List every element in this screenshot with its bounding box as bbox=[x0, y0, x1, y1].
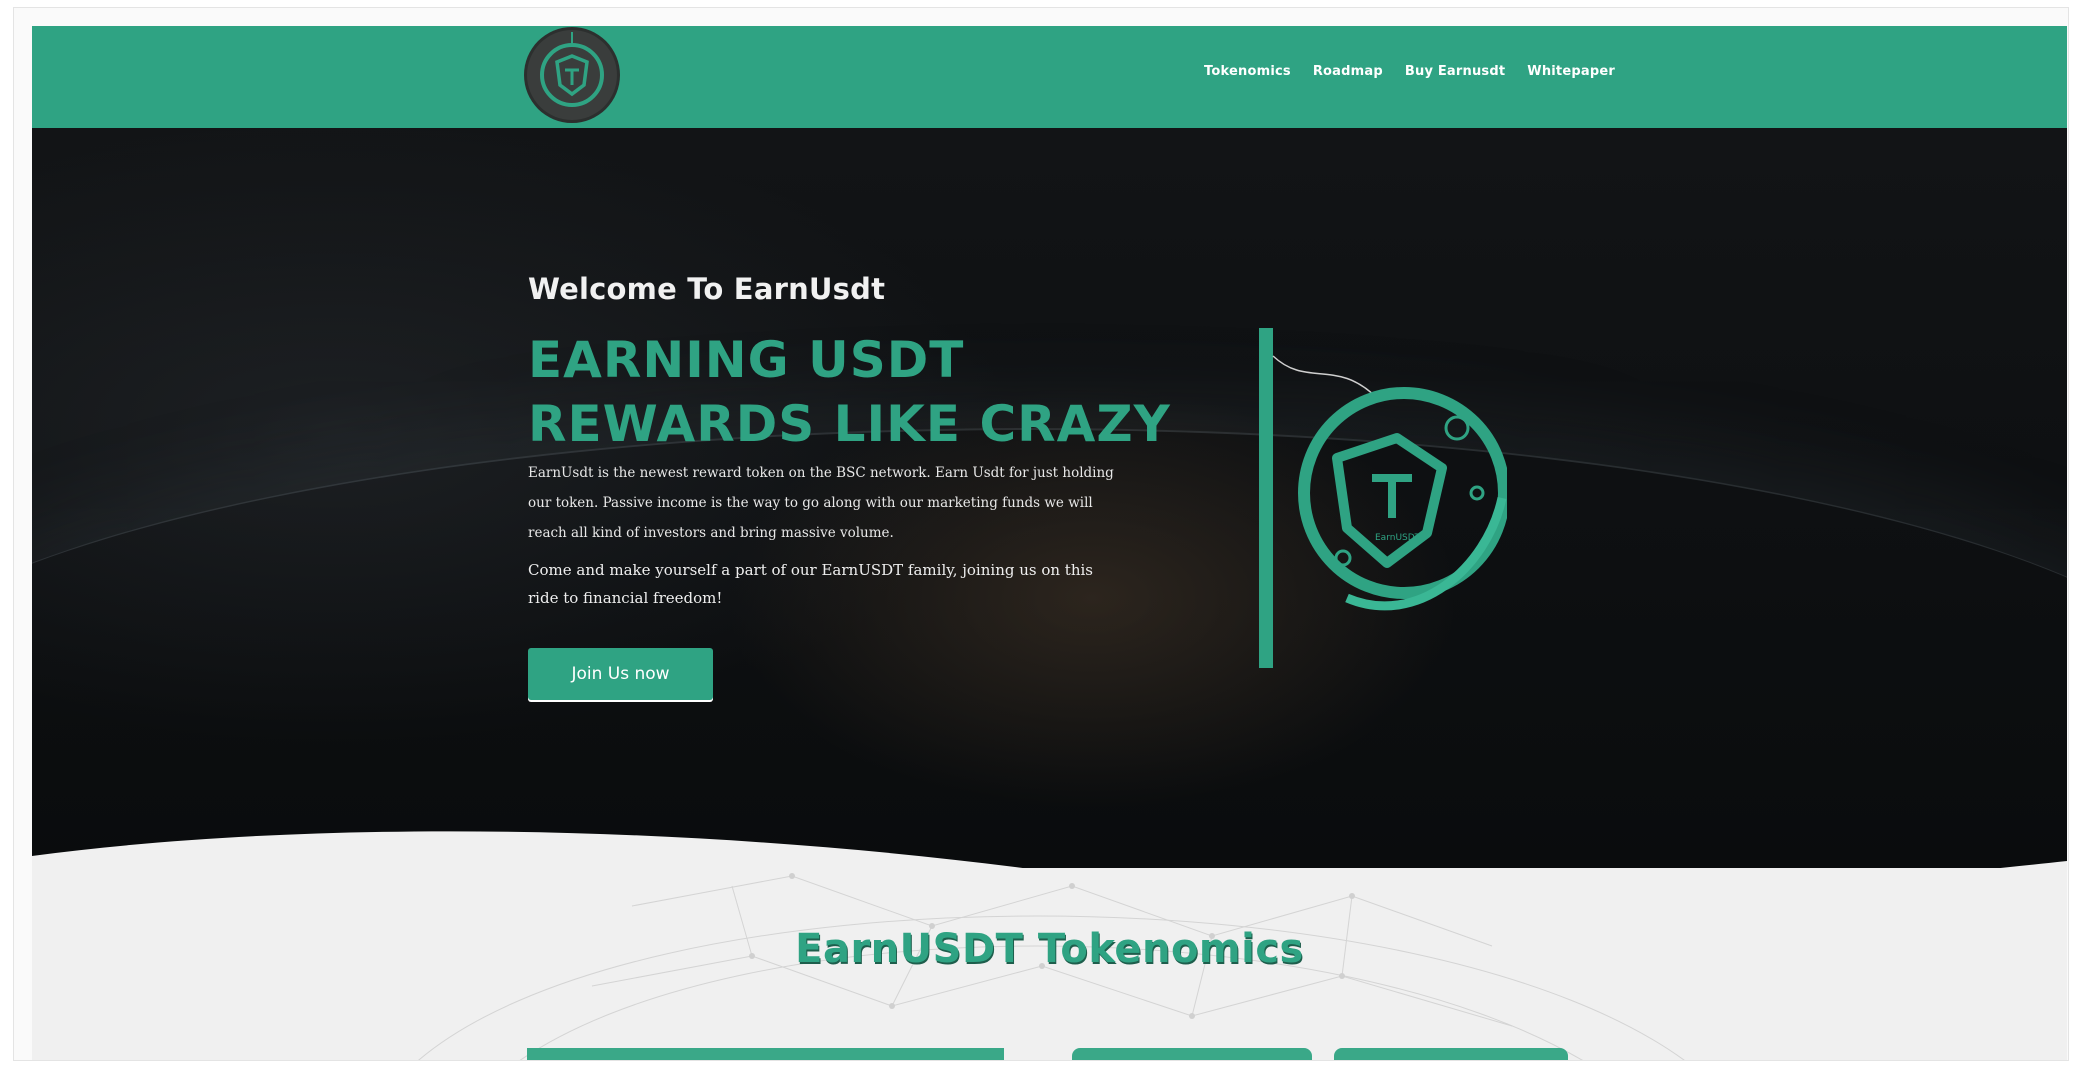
headline-line-2: REWARDS LIKE CRAZY bbox=[528, 395, 1171, 453]
hero-headline: EARNING USDT REWARDS LIKE CRAZY bbox=[528, 328, 1171, 456]
page: Tokenomics Roadmap Buy Earnusdt Whitepap… bbox=[32, 26, 2067, 1060]
site-header: Tokenomics Roadmap Buy Earnusdt Whitepap… bbox=[32, 26, 2067, 128]
hero-description: EarnUsdt is the newest reward token on t… bbox=[528, 465, 1114, 541]
tokenomics-card-3 bbox=[1334, 1048, 1568, 1060]
nav-tokenomics[interactable]: Tokenomics bbox=[1204, 64, 1291, 79]
headline-line-1: EARNING USDT bbox=[528, 331, 965, 389]
welcome-heading: Welcome To EarnUsdt bbox=[528, 272, 886, 306]
tokenomics-card-1 bbox=[527, 1048, 1004, 1060]
main-nav: Tokenomics Roadmap Buy Earnusdt Whitepap… bbox=[1204, 64, 1615, 79]
earnusdt-emblem-icon: EarnUSDT bbox=[1227, 328, 1510, 673]
nav-buy-earnusdt[interactable]: Buy Earnusdt bbox=[1405, 64, 1505, 79]
hero-description-2: Come and make yourself a part of our Ear… bbox=[528, 561, 1093, 607]
hero-section: Welcome To EarnUsdt EARNING USDT REWARDS… bbox=[32, 128, 2067, 868]
shield-t-logo-icon[interactable] bbox=[527, 30, 617, 120]
tokenomics-card-2 bbox=[1072, 1048, 1312, 1060]
nav-roadmap[interactable]: Roadmap bbox=[1313, 64, 1383, 79]
nav-whitepaper[interactable]: Whitepaper bbox=[1527, 64, 1615, 79]
svg-text:EarnUSDT: EarnUSDT bbox=[1375, 533, 1421, 543]
join-us-button[interactable]: Join Us now bbox=[528, 648, 713, 700]
tokenomics-title: EarnUSDT Tokenomics bbox=[795, 926, 1304, 972]
browser-frame: Tokenomics Roadmap Buy Earnusdt Whitepap… bbox=[14, 8, 2068, 1060]
